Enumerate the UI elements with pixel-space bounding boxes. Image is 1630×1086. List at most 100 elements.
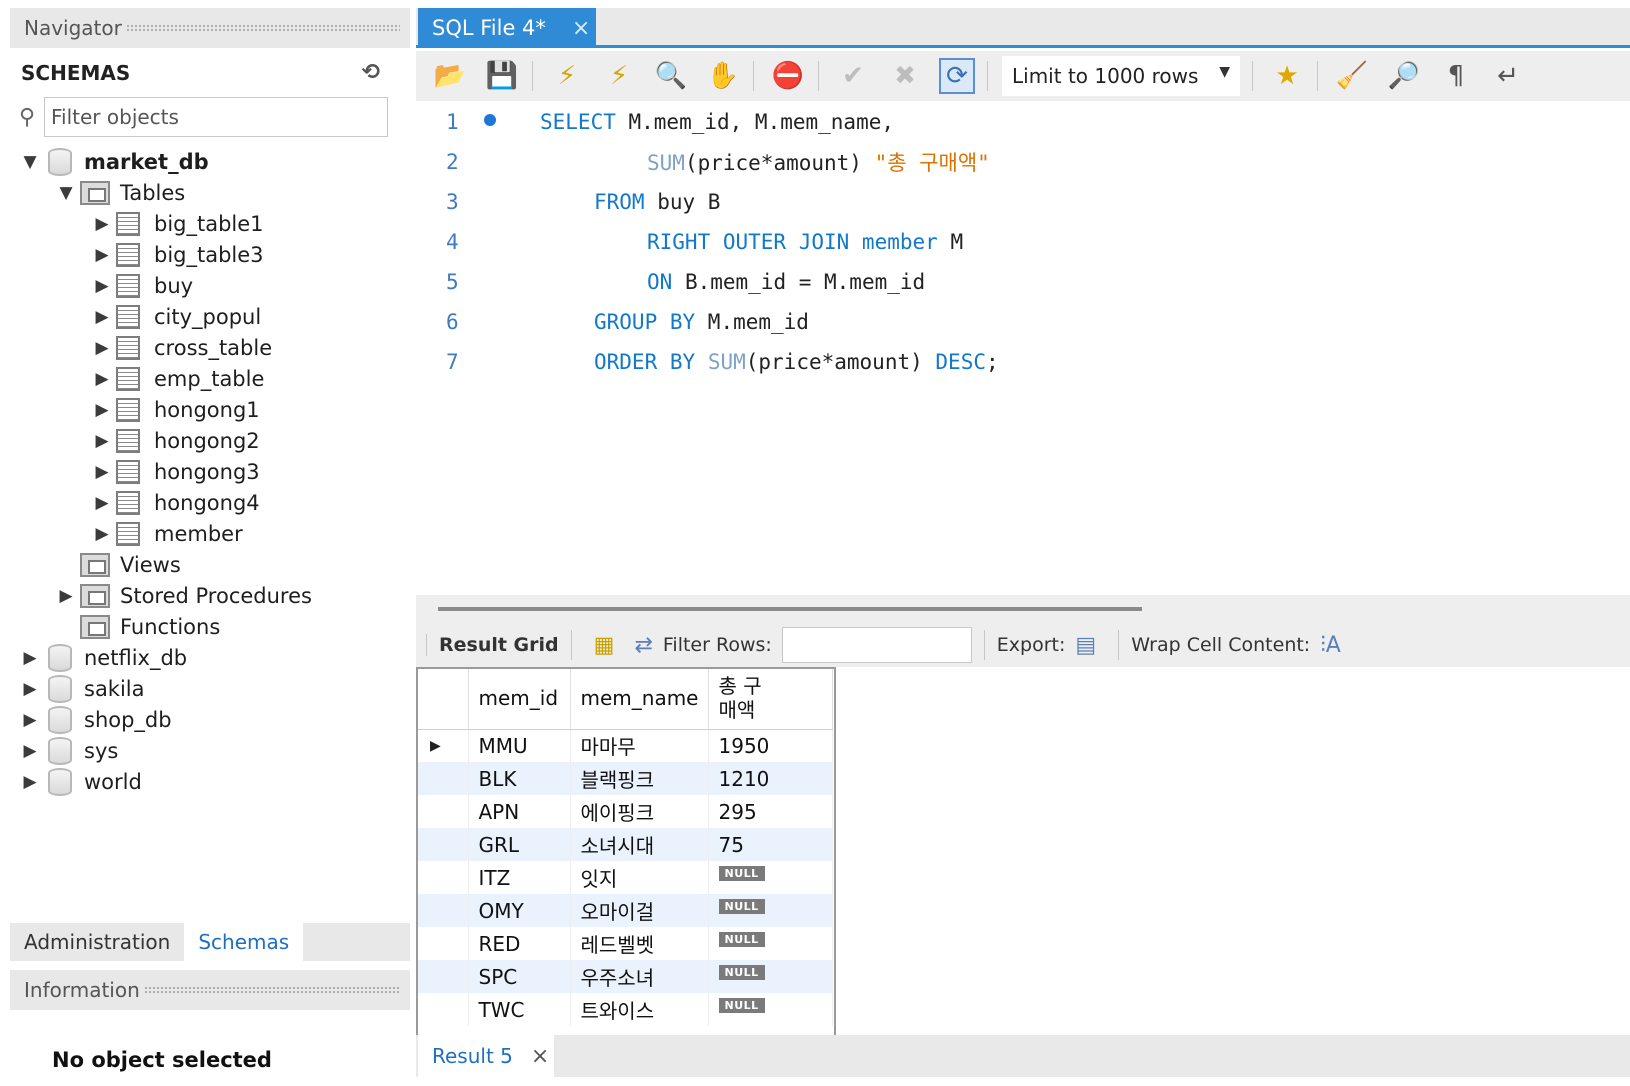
wrap-cell-icon[interactable]: ⫶A	[1320, 633, 1341, 658]
cell-mem-id[interactable]: GRL	[468, 828, 571, 861]
tree-node-db[interactable]: ▶ netflix_db	[22, 642, 187, 674]
filter-objects-input[interactable]	[44, 97, 388, 137]
cell-mem-name[interactable]: 블랙핑크	[570, 762, 709, 795]
cell-mem-id[interactable]: TWC	[468, 993, 571, 1026]
tree-table-item[interactable]: ▶ big_table3	[94, 239, 264, 271]
row-header[interactable]	[416, 960, 469, 993]
collapsed-arrow-icon[interactable]: ▶	[94, 214, 110, 234]
tree-node-stored-procedures[interactable]: ▶ Stored Procedures	[58, 580, 312, 612]
tree-node-tables[interactable]: ▼ Tables	[58, 177, 185, 209]
horizontal-scrollbar[interactable]	[438, 607, 1142, 611]
tree-table-item[interactable]: ▶ cross_table	[94, 332, 272, 364]
autocommit-icon[interactable]: ⟳	[939, 58, 975, 94]
cell-mem-name[interactable]: 소녀시대	[570, 828, 709, 861]
cell-total[interactable]: NULL	[708, 993, 833, 1026]
table-row[interactable]: APN 에이핑크 295	[416, 795, 833, 828]
cell-total[interactable]: 1210	[708, 762, 833, 795]
tree-table-item[interactable]: ▶ hongong1	[94, 394, 260, 426]
collapsed-arrow-icon[interactable]: ▶	[94, 369, 110, 389]
commit-icon[interactable]: ✔	[835, 58, 871, 94]
stop-on-error-icon[interactable]: ⛔	[770, 58, 806, 94]
collapsed-arrow-icon[interactable]: ▶	[94, 493, 110, 513]
expanded-arrow-icon[interactable]: ▼	[58, 183, 74, 203]
invisible-chars-icon[interactable]: ¶	[1438, 58, 1474, 94]
execute-icon[interactable]: ⚡	[549, 58, 585, 94]
table-row[interactable]: TWC 트와이스 NULL	[416, 993, 833, 1026]
collapsed-arrow-icon[interactable]: ▶	[94, 338, 110, 358]
export-icon[interactable]: ▤	[1075, 633, 1096, 658]
collapsed-arrow-icon[interactable]: ▶	[94, 462, 110, 482]
tree-node-market-db[interactable]: ▼ market_db	[22, 146, 209, 178]
tree-table-item[interactable]: ▶ emp_table	[94, 363, 264, 395]
filter-rows-input[interactable]	[781, 627, 972, 663]
cell-total[interactable]: 295	[708, 795, 833, 828]
cell-mem-id[interactable]: ITZ	[468, 861, 571, 894]
collapsed-arrow-icon[interactable]: ▶	[22, 772, 38, 792]
tree-table-item[interactable]: ▶ big_table1	[94, 208, 264, 240]
table-row[interactable]: OMY 오마이걸 NULL	[416, 894, 833, 927]
current-row-arrow-icon[interactable]: ▶	[416, 729, 469, 762]
find-icon[interactable]: 🔎	[1386, 58, 1422, 94]
cell-mem-name[interactable]: 에이핑크	[570, 795, 709, 828]
collapsed-arrow-icon[interactable]: ▶	[94, 524, 110, 544]
beautify-broom-icon[interactable]: 🧹	[1334, 58, 1370, 94]
editor-splitter[interactable]	[416, 595, 1630, 623]
cell-total[interactable]: NULL	[708, 861, 833, 894]
save-icon[interactable]: 💾	[484, 58, 520, 94]
refresh-results-icon[interactable]: ⇄	[634, 633, 652, 658]
execute-current-icon[interactable]: ⚡	[601, 58, 637, 94]
collapsed-arrow-icon[interactable]: ▶	[22, 741, 38, 761]
cell-mem-id[interactable]: MMU	[468, 729, 571, 762]
column-header-mem-id[interactable]: mem_id	[468, 667, 571, 730]
row-header[interactable]	[416, 993, 469, 1026]
explain-icon[interactable]: 🔍	[653, 58, 689, 94]
refresh-icon[interactable]: ⟲	[362, 60, 380, 85]
collapsed-arrow-icon[interactable]: ▶	[22, 679, 38, 699]
grid-view-icon[interactable]: ▦	[594, 633, 615, 658]
cell-total[interactable]: NULL	[708, 927, 833, 960]
close-tab-icon[interactable]: ×	[531, 1044, 549, 1069]
tree-node-db[interactable]: ▶ sys	[22, 735, 118, 767]
collapsed-arrow-icon[interactable]: ▶	[94, 307, 110, 327]
tree-node-db[interactable]: ▶ sakila	[22, 673, 145, 705]
tree-node-views[interactable]: Views	[74, 549, 181, 581]
table-row[interactable]: GRL 소녀시대 75	[416, 828, 833, 861]
expanded-arrow-icon[interactable]: ▼	[22, 152, 38, 172]
cell-mem-name[interactable]: 마마무	[570, 729, 709, 762]
collapsed-arrow-icon[interactable]: ▶	[94, 431, 110, 451]
collapsed-arrow-icon[interactable]: ▶	[58, 586, 74, 606]
wrap-lines-icon[interactable]: ↵	[1490, 58, 1526, 94]
row-header[interactable]	[416, 894, 469, 927]
tab-sql-file[interactable]: SQL File 4* ×	[418, 8, 596, 48]
cell-mem-name[interactable]: 우주소녀	[570, 960, 709, 993]
result-grid-label[interactable]: Result Grid	[426, 634, 559, 656]
stop-icon[interactable]: ✋	[705, 58, 741, 94]
cell-mem-name[interactable]: 레드벨벳	[570, 927, 709, 960]
cell-mem-id[interactable]: APN	[468, 795, 571, 828]
add-snippet-star-icon[interactable]: ★	[1269, 58, 1305, 94]
cell-mem-id[interactable]: RED	[468, 927, 571, 960]
table-row[interactable]: BLK 블랙핑크 1210	[416, 762, 833, 795]
collapsed-arrow-icon[interactable]: ▶	[94, 400, 110, 420]
tab-schemas[interactable]: Schemas	[184, 923, 304, 961]
collapsed-arrow-icon[interactable]: ▶	[22, 710, 38, 730]
column-header-mem-name[interactable]: mem_name	[570, 667, 709, 730]
cell-total[interactable]: NULL	[708, 960, 833, 993]
cell-mem-id[interactable]: SPC	[468, 960, 571, 993]
tree-table-item[interactable]: ▶ member	[94, 518, 243, 550]
collapsed-arrow-icon[interactable]: ▶	[94, 245, 110, 265]
open-file-icon[interactable]: 📂	[432, 58, 468, 94]
collapsed-arrow-icon[interactable]: ▶	[22, 648, 38, 668]
cell-total[interactable]: 75	[708, 828, 833, 861]
sql-editor[interactable]: 1 SELECT M.mem_id, M.mem_name, 2 SUM(pri…	[416, 101, 1630, 595]
row-header[interactable]	[416, 795, 469, 828]
tree-table-item[interactable]: ▶ hongong4	[94, 487, 260, 519]
close-tab-icon[interactable]: ×	[572, 16, 590, 41]
tree-node-db[interactable]: ▶ shop_db	[22, 704, 172, 736]
tree-node-functions[interactable]: Functions	[74, 611, 220, 643]
table-row[interactable]: ITZ 잇지 NULL	[416, 861, 833, 894]
rollback-icon[interactable]: ✖	[887, 58, 923, 94]
collapsed-arrow-icon[interactable]: ▶	[94, 276, 110, 296]
tree-table-item[interactable]: ▶ hongong3	[94, 456, 260, 488]
tree-node-db[interactable]: ▶ world	[22, 766, 142, 798]
